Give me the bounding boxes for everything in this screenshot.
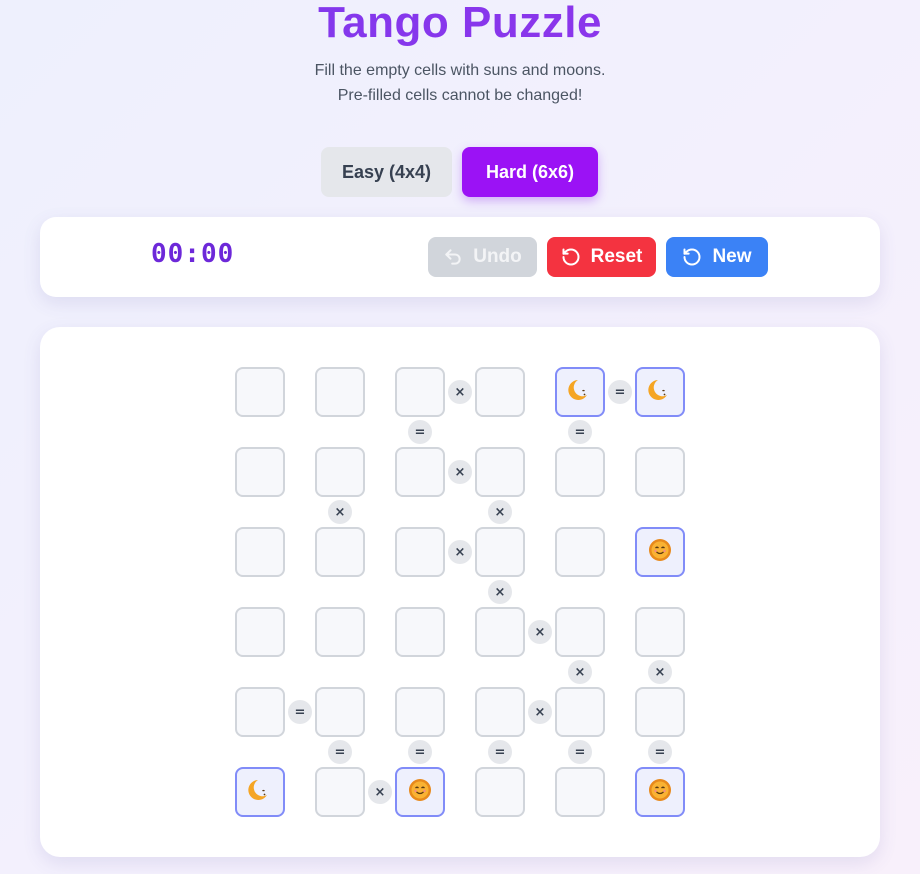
equal-constraint: =: [408, 740, 432, 764]
moon-emoji-icon: [567, 377, 593, 408]
opposite-constraint: ×: [528, 700, 552, 724]
moon-emoji-icon: [647, 377, 673, 408]
opposite-constraint: ×: [528, 620, 552, 644]
grid-cell[interactable]: [235, 767, 285, 817]
page-title: Tango Puzzle: [0, 0, 920, 48]
grid-cell[interactable]: [315, 527, 365, 577]
grid-cell[interactable]: [475, 527, 525, 577]
sun-emoji-icon: [407, 777, 433, 808]
subtitle-line-2: Pre-filled cells cannot be changed!: [337, 87, 583, 104]
grid-cell[interactable]: [395, 687, 445, 737]
equal-constraint: =: [568, 420, 592, 444]
equal-constraint: =: [608, 380, 632, 404]
easy-mode-button[interactable]: Easy (4x4): [321, 147, 452, 197]
opposite-constraint: ×: [448, 460, 472, 484]
grid-cell[interactable]: [635, 687, 685, 737]
grid-cell[interactable]: [635, 527, 685, 577]
new-game-button[interactable]: New: [666, 237, 768, 277]
grid-cell[interactable]: [395, 767, 445, 817]
grid-cell[interactable]: [315, 687, 365, 737]
equal-constraint: =: [328, 740, 352, 764]
grid-cell[interactable]: [475, 687, 525, 737]
grid-cell[interactable]: [395, 607, 445, 657]
game-toolbar: 00:00 Undo Reset New: [40, 217, 880, 297]
grid-cell[interactable]: [635, 367, 685, 417]
hard-mode-button[interactable]: Hard (6x6): [462, 147, 598, 197]
equal-constraint: =: [568, 740, 592, 764]
grid-cell[interactable]: [315, 367, 365, 417]
refresh-icon: [683, 248, 701, 266]
equal-constraint: =: [408, 420, 432, 444]
opposite-constraint: ×: [488, 580, 512, 604]
grid-cell[interactable]: [555, 687, 605, 737]
undo-button[interactable]: Undo: [428, 237, 537, 277]
grid-cell[interactable]: [235, 607, 285, 657]
grid-cell[interactable]: [395, 527, 445, 577]
undo-label: Undo: [473, 246, 522, 267]
reset-label: Reset: [590, 246, 643, 267]
equal-constraint: =: [488, 740, 512, 764]
rotate-ccw-icon: [562, 248, 580, 266]
new-label: New: [712, 246, 752, 267]
reset-button[interactable]: Reset: [547, 237, 656, 277]
puzzle-board: × = × × × = × × = = × × × × × = = = = =: [40, 327, 880, 857]
grid-cell[interactable]: [235, 687, 285, 737]
equal-constraint: =: [288, 700, 312, 724]
grid-cell[interactable]: [555, 367, 605, 417]
grid-cell[interactable]: [315, 767, 365, 817]
sun-emoji-icon: [647, 777, 673, 808]
grid-cell[interactable]: [555, 607, 605, 657]
grid-cell[interactable]: [475, 447, 525, 497]
grid-cell[interactable]: [475, 367, 525, 417]
sun-emoji-icon: [647, 537, 673, 568]
grid-cell[interactable]: [555, 527, 605, 577]
grid-cell[interactable]: [315, 607, 365, 657]
grid-cell[interactable]: [235, 527, 285, 577]
opposite-constraint: ×: [328, 500, 352, 524]
grid-cell[interactable]: [475, 767, 525, 817]
subtitle-line-1: Fill the empty cells with suns and moons…: [314, 62, 606, 79]
equal-constraint: =: [648, 740, 672, 764]
opposite-constraint: ×: [488, 500, 512, 524]
undo-icon: [445, 249, 461, 265]
grid-cell[interactable]: [395, 367, 445, 417]
opposite-constraint: ×: [648, 660, 672, 684]
opposite-constraint: ×: [368, 780, 392, 804]
grid-cell[interactable]: [635, 767, 685, 817]
grid-cell[interactable]: [635, 607, 685, 657]
opposite-constraint: ×: [568, 660, 592, 684]
opposite-constraint: ×: [448, 540, 472, 564]
grid-cell[interactable]: [475, 607, 525, 657]
moon-emoji-icon: [247, 777, 273, 808]
grid-cell[interactable]: [235, 367, 285, 417]
puzzle-grid: × = × × × = × × = = × × × × × = = = = =: [40, 327, 880, 857]
opposite-constraint: ×: [448, 380, 472, 404]
grid-cell[interactable]: [555, 447, 605, 497]
grid-cell[interactable]: [235, 447, 285, 497]
grid-cell[interactable]: [635, 447, 685, 497]
grid-cell[interactable]: [555, 767, 605, 817]
grid-cell[interactable]: [315, 447, 365, 497]
timer-display: 00:00: [151, 239, 235, 269]
grid-cell[interactable]: [395, 447, 445, 497]
